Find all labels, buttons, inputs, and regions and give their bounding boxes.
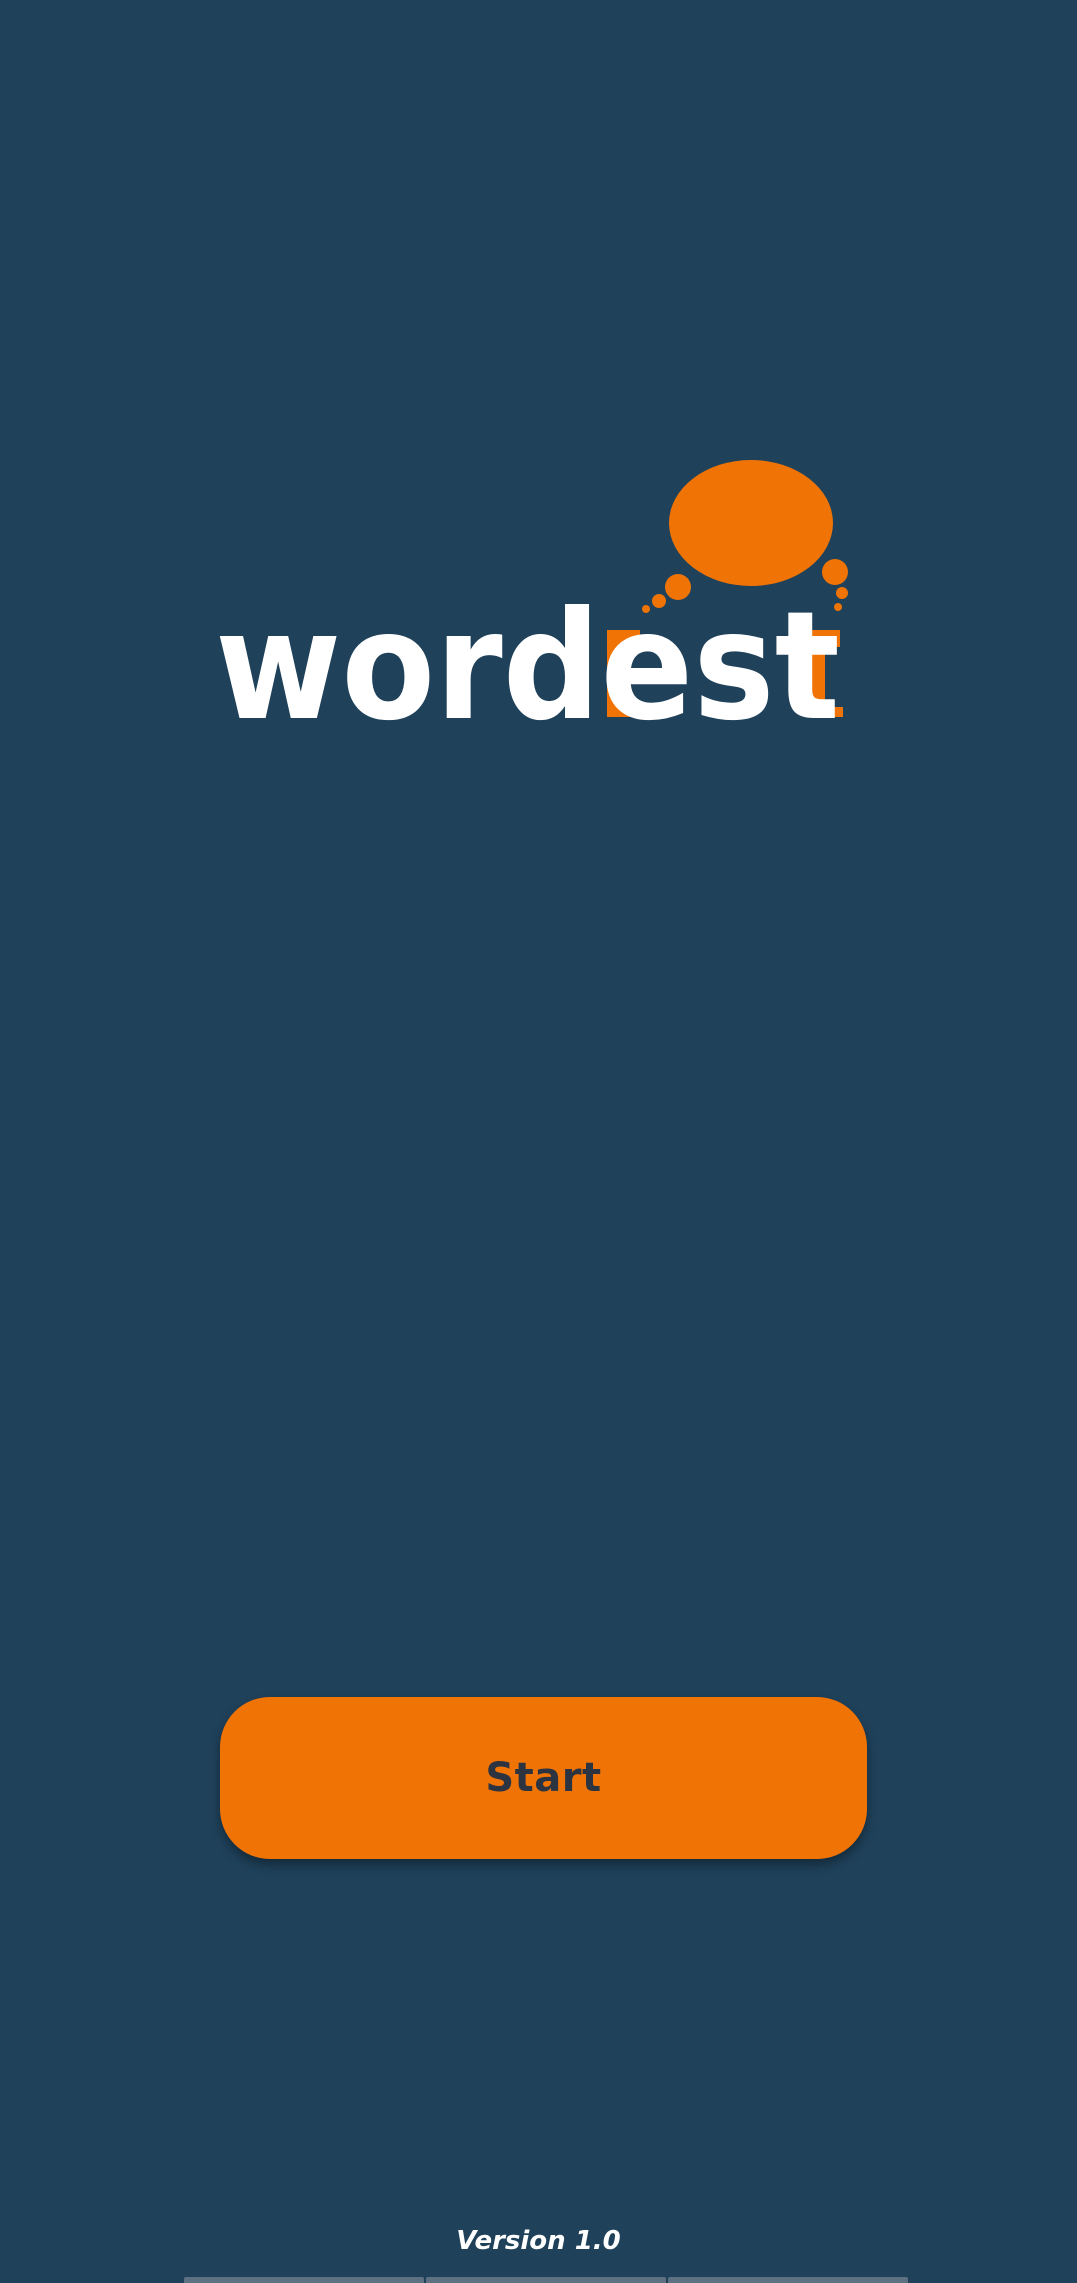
start-button-label: Start [485, 1755, 602, 1801]
bottom-strip-segment [184, 2277, 424, 2283]
version-label: Version 1.0 [456, 2226, 621, 2256]
start-button[interactable]: Start [220, 1697, 867, 1859]
bottom-strip-segment [426, 2277, 666, 2283]
bottom-strip-segment [668, 2277, 908, 2283]
wordest-logo-graphic: wordest [215, 460, 848, 725]
logo-wordmark: wordest [215, 580, 840, 725]
bottom-edge-strip [184, 2277, 908, 2283]
app-logo: wordest [215, 455, 855, 725]
